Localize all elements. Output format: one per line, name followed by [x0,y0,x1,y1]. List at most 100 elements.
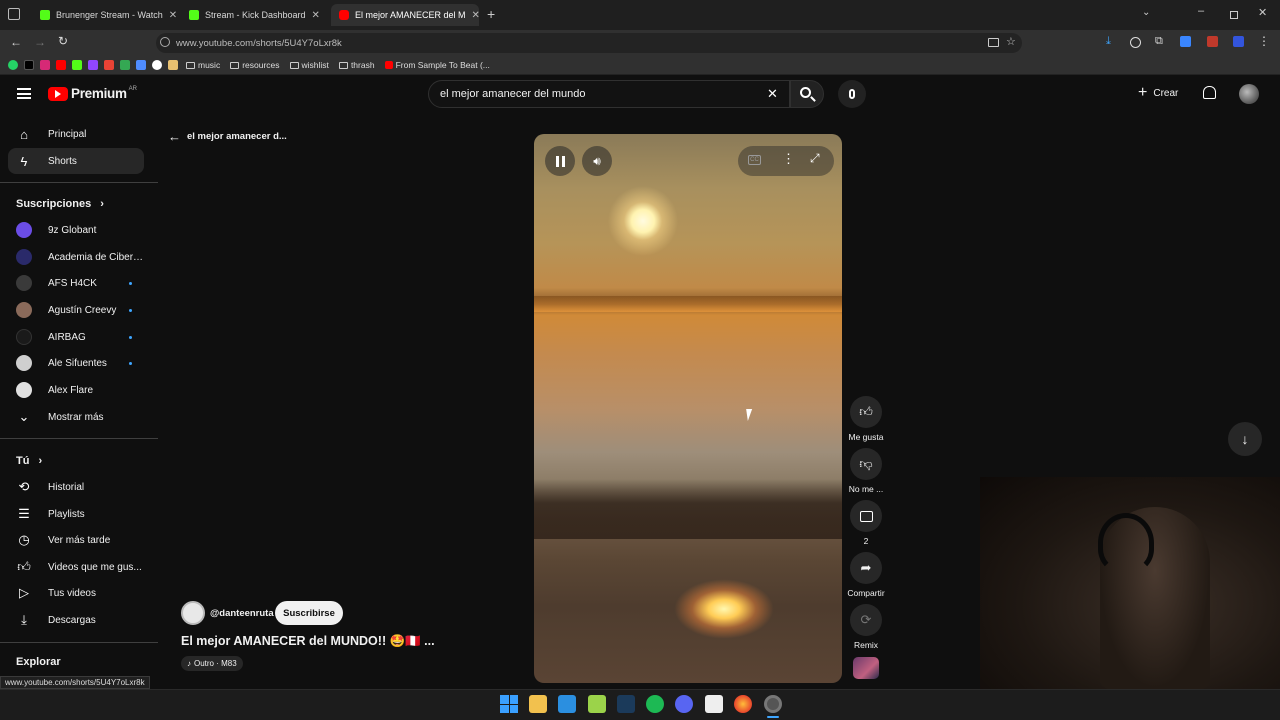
sidebar-item-liked-videos[interactable]: 👍︎ Videos que me gus... [0,554,158,580]
avatar[interactable] [1239,84,1259,104]
sidebar-item-subscription[interactable]: 9z Globant [0,217,158,243]
ableton-live-icon[interactable] [588,695,606,713]
new-tab-icon[interactable]: + [487,6,495,22]
next-video-button[interactable]: ↓ [1228,422,1262,456]
site-info-icon[interactable] [160,37,170,47]
share-button[interactable]: ➦ [850,552,882,584]
arrow-down-icon: ↓ [1241,431,1249,447]
extension-icon[interactable] [1180,36,1191,47]
bookmark-folder[interactable]: resources [230,60,280,70]
search-input[interactable]: el mejor amanecer del mundo ✕ [428,80,790,108]
extension-icon[interactable] [1233,36,1244,47]
google-icon[interactable] [152,60,162,70]
discord-icon[interactable] [675,695,693,713]
short-video-player[interactable]: 🔊︎ CC ⋮ ⤢ [534,134,842,683]
bookmark-link[interactable]: From Sample To Beat (... [384,60,490,70]
url-field[interactable]: www.youtube.com/shorts/5U4Y7oLxr8k ☆ [156,33,1022,53]
steam-icon[interactable] [617,695,635,713]
sidebar-item-history[interactable]: ⟲ Historial [0,474,158,500]
firefox-icon[interactable] [734,695,752,713]
more-options-icon[interactable]: ⋮ [782,151,795,167]
sidebar-item-subscription[interactable]: AIRBAG [0,324,158,350]
close-icon[interactable]: ✕ [466,10,479,21]
back-button[interactable]: ← el mejor amanecer d... [168,129,287,144]
sidebar-item-shorts[interactable]: ϟ Shorts [8,148,144,174]
sidebar-item-playlists[interactable]: ☰ Playlists [0,501,158,527]
clear-search-icon[interactable]: ✕ [767,86,778,102]
bookmark-folder[interactable]: thrash [338,60,375,70]
chrome-icon[interactable] [764,695,782,713]
voice-search-button[interactable] [838,80,866,108]
account-icon[interactable] [1130,37,1141,48]
channel-avatar[interactable] [181,601,205,625]
youtube-logo[interactable]: Premium AR [48,86,137,101]
volume-button[interactable]: 🔊︎ [582,146,612,176]
twitch-icon[interactable] [88,60,98,70]
whatsapp-icon[interactable] [8,60,18,70]
extension-icon[interactable] [1207,36,1218,47]
minimize-icon[interactable]: – [1198,5,1204,17]
fullscreen-icon[interactable]: ⤢ [810,151,820,166]
comments-button[interactable] [850,500,882,532]
bookmark-star-icon[interactable]: ☆ [1006,35,1016,48]
chevron-down-icon[interactable]: ⌄ [1142,7,1150,18]
file-explorer-icon[interactable] [529,695,547,713]
menu-icon[interactable]: ⋮ [1258,34,1270,48]
sidebar-item-home[interactable]: ⌂ Principal [0,121,158,147]
browser-tab-active[interactable]: El mejor AMANECER del M ✕ [331,4,479,26]
you-header[interactable]: Tú › [16,455,42,467]
like-button[interactable]: 👍︎ [850,396,882,428]
notifications-icon[interactable] [1203,86,1216,99]
spotify-icon[interactable] [646,695,664,713]
drive-icon[interactable] [120,60,130,70]
short-title[interactable]: El mejor AMANECER del MUNDO!! 🤩🇵🇪 ... [181,634,435,649]
forward-icon[interactable]: → [34,35,46,49]
subscribe-button[interactable]: Suscribirse [275,601,343,625]
tab-title: Stream - Kick Dashboard [205,10,306,20]
pause-button[interactable] [545,146,575,176]
channel-name[interactable]: @danteenruta [210,608,274,619]
download-icon[interactable]: ⤓ [1106,35,1111,48]
epic-games-icon[interactable] [705,695,723,713]
install-app-icon[interactable] [988,38,999,47]
sidebar-item-downloads[interactable]: ⤓ Descargas [0,607,158,633]
sidebar-item-subscription[interactable]: Ale Sifuentes [0,350,158,376]
window-close-icon[interactable]: ✕ [1258,6,1267,19]
browser-tab[interactable]: Stream - Kick Dashboard ✕ [181,4,326,26]
sidebar-item-your-videos[interactable]: ▷ Tus videos [0,580,158,606]
captions-icon[interactable]: CC [748,155,761,165]
sidebar-item-subscription[interactable]: Agustín Creevy [0,297,158,323]
bookmark-folder[interactable]: music [186,60,220,70]
sidebar-item-subscription[interactable]: Academia de Ciber… [0,244,158,270]
reload-icon[interactable]: ↻ [58,34,68,48]
gemini-icon[interactable] [136,60,146,70]
sidebar-item-subscription[interactable]: AFS H4CK [0,270,158,296]
x-icon[interactable] [24,60,34,70]
extensions-icon[interactable]: ⧉ [1155,35,1163,48]
subscriptions-header[interactable]: Suscripciones › [16,198,104,210]
extension-icon[interactable] [168,60,178,70]
back-icon[interactable]: ← [10,35,22,49]
bookmark-folder[interactable]: wishlist [289,60,329,70]
gmail-icon[interactable] [104,60,114,70]
kick-icon[interactable] [72,60,82,70]
music-chip[interactable]: ♪ Outro · M83 [181,656,243,671]
vscode-icon[interactable] [558,695,576,713]
dislike-button[interactable]: 👎︎ [850,448,882,480]
instagram-icon[interactable] [40,60,50,70]
guide-menu-icon[interactable] [17,88,31,99]
search-button[interactable] [790,80,824,108]
sidebar-item-watch-later[interactable]: ◷ Ver más tarde [0,527,158,553]
sidebar-item-subscription[interactable]: Alex Flare [0,377,158,403]
close-icon[interactable]: ✕ [163,10,177,21]
sound-thumbnail[interactable] [853,657,879,679]
create-button[interactable]: + Crear [1138,85,1178,101]
windows-start-icon[interactable] [500,695,518,713]
browser-tab[interactable]: Brunenger Stream - Watch ✕ [32,4,177,26]
remix-button[interactable]: ⟳ [850,604,882,636]
tab-list-icon[interactable] [8,8,20,20]
maximize-icon[interactable] [1230,11,1238,19]
close-icon[interactable]: ✕ [306,10,320,21]
youtube-icon[interactable] [56,60,66,70]
show-more-button[interactable]: ⌄ Mostrar más [0,404,158,430]
